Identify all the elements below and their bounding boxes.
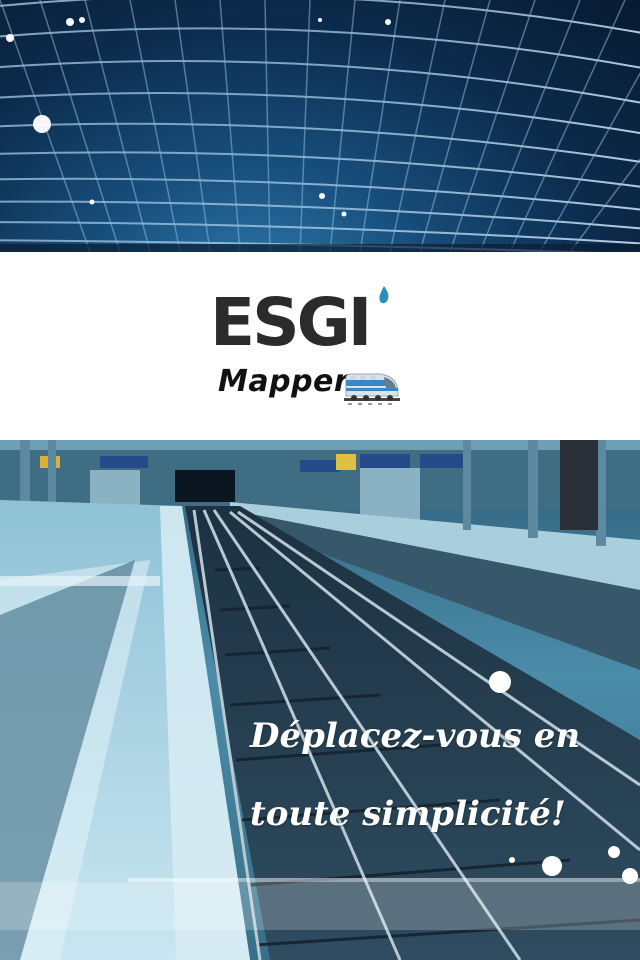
- logo-brand-text: ESGI: [210, 284, 372, 361]
- bottom-translucent-band: [0, 882, 640, 930]
- train-icon: [344, 373, 400, 405]
- app-logo: ESGI Mapper: [206, 272, 426, 422]
- railway-platform-image: Déplacez-vous en toute simplicité!: [0, 440, 640, 960]
- logo-accent-drop-icon: [379, 286, 389, 304]
- tagline-line-1: Déplacez-vous en: [250, 716, 581, 756]
- roof-lattice-graphic: [0, 0, 640, 252]
- tagline-line-2: toute simplicité!: [250, 794, 566, 834]
- logo-band: ESGI Mapper: [0, 252, 640, 440]
- logo-product-text: Mapper: [218, 364, 350, 399]
- station-roof-image: [0, 0, 640, 252]
